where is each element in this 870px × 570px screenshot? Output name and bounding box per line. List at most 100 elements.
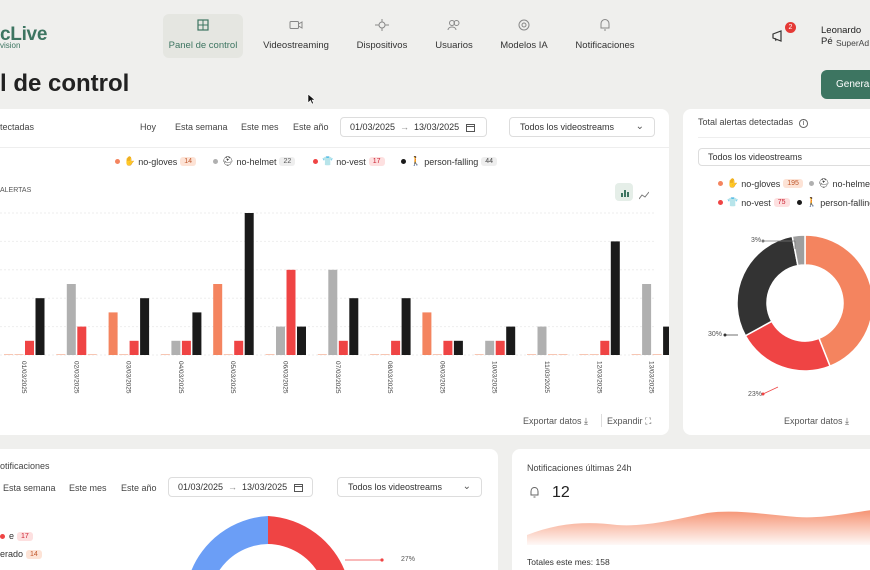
legend-item[interactable]: e 17 — [0, 531, 33, 541]
bar-no-vest[interactable] — [77, 326, 87, 355]
bar-no-gloves[interactable] — [213, 284, 223, 355]
legend-item[interactable]: erado 14 — [0, 549, 42, 559]
legend-person-falling[interactable]: 🚶 person-falling 44 — [401, 156, 498, 167]
stream-select[interactable]: Todos los videostreams — [698, 148, 870, 166]
donut-segment-person-falling[interactable] — [736, 235, 799, 337]
bar-no-gloves[interactable] — [527, 354, 536, 355]
bar-no-gloves[interactable] — [370, 354, 380, 355]
bar-no-vest[interactable] — [286, 269, 296, 355]
date-from: 01/03/2025 — [350, 122, 396, 132]
filter-this-year[interactable]: Este año — [121, 483, 157, 493]
stream-select[interactable]: Todos los videostreams ⌄ — [509, 117, 655, 137]
bar-no-helmet[interactable] — [537, 326, 547, 355]
bar-no-gloves[interactable] — [422, 312, 432, 355]
filter-today[interactable]: Hoy — [140, 122, 156, 132]
legend-no-gloves[interactable]: ✋ no-gloves 195 — [718, 178, 803, 189]
bar-no-gloves[interactable] — [108, 312, 118, 355]
bar-no-helmet[interactable] — [14, 354, 24, 355]
nav-dispositivos[interactable]: Dispositivos — [342, 14, 422, 58]
notifications-button[interactable] — [772, 29, 786, 47]
bar-person-falling[interactable] — [87, 354, 97, 355]
bar-no-helmet[interactable] — [432, 354, 442, 355]
filter-this-month[interactable]: Este mes — [241, 122, 279, 132]
legend-no-vest[interactable]: 👕 no-vest 17 — [313, 156, 385, 167]
donut-label: 27% — [401, 556, 416, 563]
legend-no-vest[interactable]: 👕 no-vest 75 — [718, 197, 790, 208]
stream-select[interactable]: Todos los videostreams ⌄ — [337, 477, 482, 497]
expand-link[interactable]: Expandir ⛶ — [607, 416, 651, 427]
filter-this-year[interactable]: Este año — [293, 122, 329, 132]
bar-person-falling[interactable] — [244, 213, 254, 355]
bar-person-falling[interactable] — [35, 298, 45, 355]
calendar-icon — [466, 123, 476, 132]
bar-no-vest[interactable] — [443, 340, 453, 355]
megaphone-icon — [772, 30, 782, 42]
bar-no-vest[interactable] — [652, 354, 662, 355]
bar-no-gloves[interactable] — [474, 354, 484, 355]
donut-segment-blue — [191, 516, 268, 570]
legend-no-helmet[interactable]: ⛑ no-helmet 22 — [213, 156, 296, 167]
bar-no-vest[interactable] — [338, 340, 348, 355]
generate-button[interactable]: Generar — [821, 70, 870, 99]
last-24h-card: Notificaciones últimas 24h 12 Totales es… — [512, 449, 870, 570]
legend-no-helmet[interactable]: ⛑ no-helmet — [809, 178, 870, 189]
filter-this-week[interactable]: Esta semana — [3, 483, 56, 493]
bar-person-falling[interactable] — [192, 312, 202, 355]
bar-no-helmet[interactable] — [328, 269, 338, 355]
bar-no-helmet[interactable] — [171, 340, 181, 355]
bar-no-gloves[interactable] — [579, 354, 589, 355]
legend-no-gloves[interactable]: ✋ no-gloves 14 — [115, 156, 197, 167]
bar-person-falling[interactable] — [297, 326, 306, 355]
bar-person-falling[interactable] — [140, 298, 150, 355]
bar-no-gloves[interactable] — [317, 354, 327, 355]
bar-no-gloves[interactable] — [4, 354, 13, 355]
download-icon: ⤓ — [845, 416, 850, 426]
vest-icon: 👕 — [322, 156, 334, 166]
filter-this-week[interactable]: Esta semana — [175, 122, 228, 132]
bar-no-gloves[interactable] — [265, 354, 275, 355]
bar-no-helmet[interactable] — [276, 326, 285, 355]
nav-videostreaming[interactable]: Videostreaming — [256, 14, 336, 58]
bar-no-gloves[interactable] — [631, 354, 641, 355]
filter-this-month[interactable]: Este mes — [69, 483, 107, 493]
info-icon[interactable]: i — [798, 119, 809, 128]
bar-no-vest[interactable] — [25, 340, 34, 355]
bar-no-vest[interactable] — [495, 340, 505, 355]
bar-person-falling[interactable] — [401, 298, 411, 355]
date-range-picker[interactable]: 01/03/2025 → 13/03/2025 — [168, 477, 313, 497]
bar-no-gloves[interactable] — [160, 354, 170, 355]
bar-no-vest[interactable] — [234, 340, 244, 355]
bar-no-helmet[interactable] — [589, 354, 599, 355]
nav-usuarios[interactable]: Usuarios — [414, 14, 494, 58]
bar-no-vest[interactable] — [129, 340, 139, 355]
export-data-link[interactable]: Exportar datos ⤓ — [523, 416, 588, 427]
date-range-picker[interactable]: 01/03/2025 → 13/03/2025 — [340, 117, 487, 137]
bar-person-falling[interactable] — [506, 326, 516, 355]
bar-no-vest[interactable] — [548, 354, 557, 355]
legend-label: no-helmet — [832, 178, 870, 189]
nav-notificaciones[interactable]: Notificaciones — [565, 14, 645, 58]
bar-no-helmet[interactable] — [66, 284, 76, 355]
legend-person-falling[interactable]: 🚶 person-falling — [797, 197, 870, 208]
export-label: Exportar datos — [523, 416, 582, 426]
card-title: Total alertas detectadas i — [698, 117, 809, 128]
bar-no-vest[interactable] — [181, 340, 191, 355]
bar-no-vest[interactable] — [391, 340, 401, 355]
nav-modelos-ia[interactable]: Modelos IA — [484, 14, 564, 58]
nav-panel-de-control[interactable]: Panel de control — [163, 14, 243, 58]
donut-segment-red — [268, 516, 345, 570]
legend-label: person-falling — [820, 197, 870, 208]
bar-person-falling[interactable] — [558, 354, 568, 355]
bar-no-helmet[interactable] — [223, 354, 233, 355]
bar-no-vest[interactable] — [600, 340, 610, 355]
bar-no-helmet[interactable] — [485, 340, 495, 355]
bar-no-helmet[interactable] — [642, 284, 652, 355]
bar-no-gloves[interactable] — [56, 354, 66, 355]
bar-person-falling[interactable] — [610, 241, 620, 355]
bar-no-helmet[interactable] — [119, 354, 129, 355]
bar-person-falling[interactable] — [349, 298, 359, 355]
export-data-link[interactable]: Exportar datos ⤓ — [784, 416, 849, 427]
bar-no-helmet[interactable] — [380, 354, 390, 355]
bar-person-falling[interactable] — [453, 340, 463, 355]
bar-person-falling[interactable] — [663, 326, 669, 355]
